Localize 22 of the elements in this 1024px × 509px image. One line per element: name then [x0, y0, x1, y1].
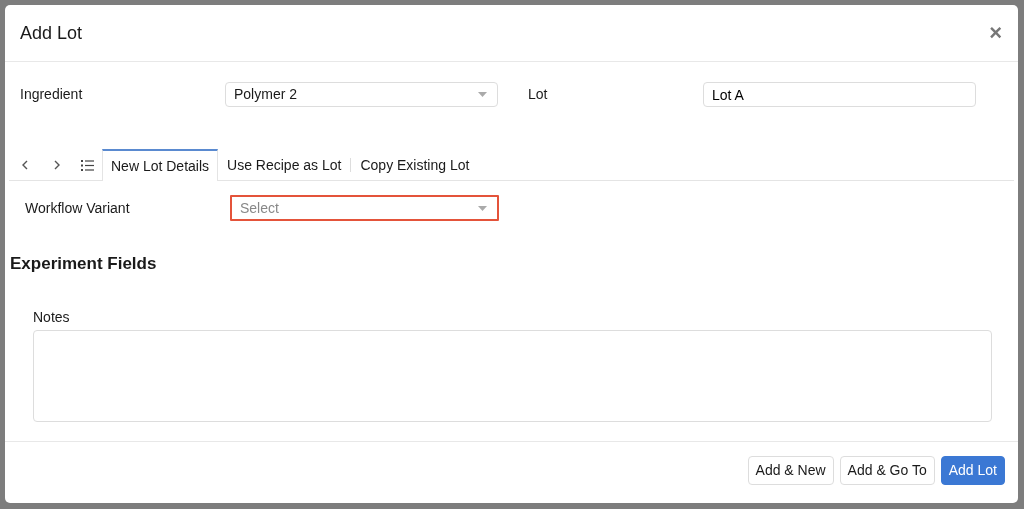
chevron-right-icon [53, 160, 61, 170]
field-label: Lot [527, 85, 549, 104]
caret-icon [478, 92, 487, 97]
select-field[interactable]: Polymer 2 [225, 82, 498, 107]
select-field[interactable]: Select [230, 195, 499, 221]
secondary-button[interactable]: Add & New [747, 456, 834, 485]
notes-field[interactable] [33, 329, 992, 422]
dialog-title: Add Lot [20, 21, 83, 45]
field-label: Ingredient [20, 85, 84, 104]
section-title: Experiment Fields [10, 253, 158, 275]
input-field[interactable]: Lot A [703, 82, 976, 107]
caret-icon [478, 205, 487, 211]
tab[interactable]: Use Recipe as Lot [218, 149, 351, 180]
field-label: Notes [33, 307, 71, 327]
primary-button[interactable]: Add Lot [940, 456, 1005, 485]
close-button[interactable]: × [989, 22, 1002, 44]
tab[interactable]: New Lot Details [102, 149, 219, 181]
field-label: Workflow Variant [25, 198, 131, 218]
tab[interactable]: Copy Existing Lot [351, 149, 479, 180]
list-icon [81, 159, 94, 171]
secondary-button[interactable]: Add & Go To [839, 456, 935, 485]
chevron-left-icon [21, 160, 29, 170]
